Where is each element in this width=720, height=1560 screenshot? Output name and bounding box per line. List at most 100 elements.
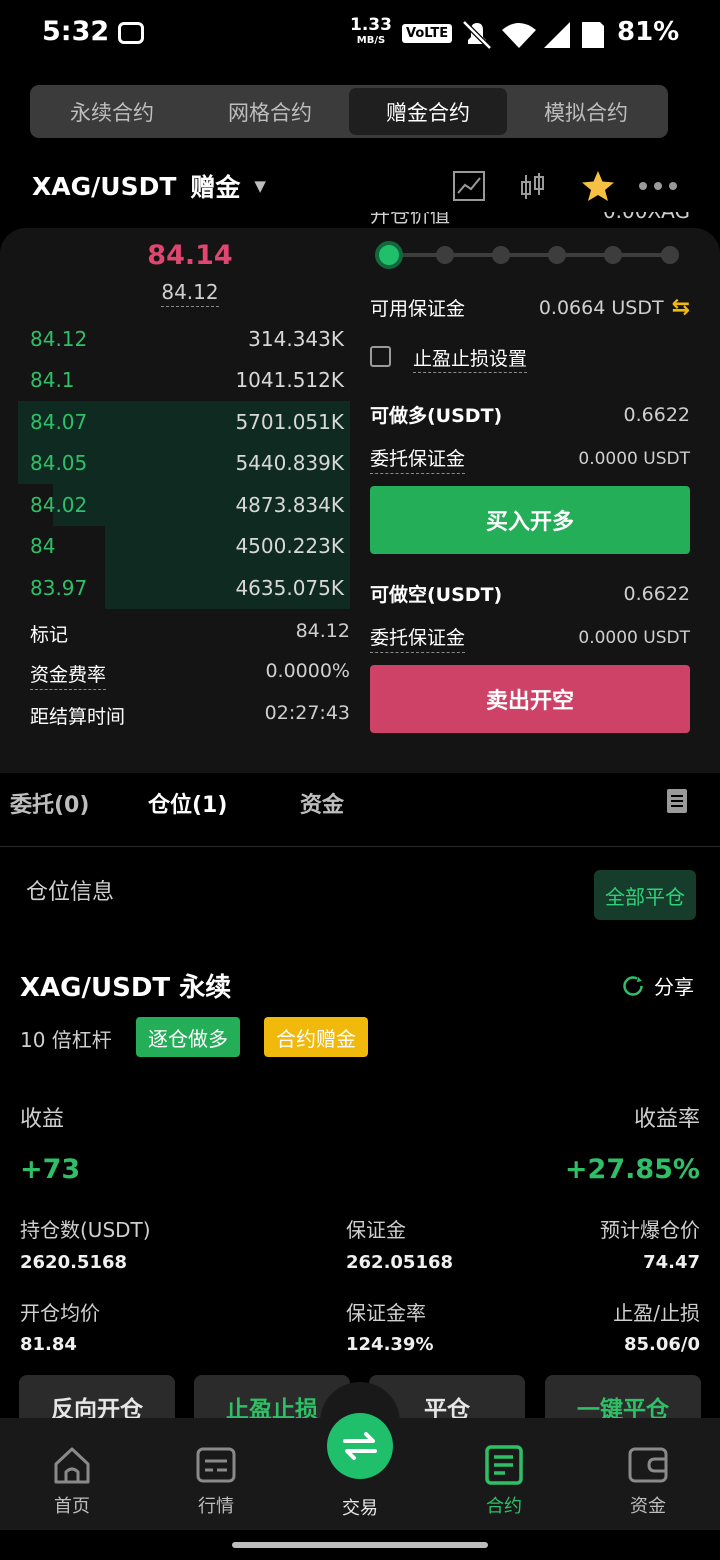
nav-market[interactable]: 行情: [166, 1444, 266, 1518]
orderbook-row[interactable]: 84.05 5440.839K: [0, 442, 350, 484]
slider-step[interactable]: [661, 246, 679, 264]
orderbook-row[interactable]: 84 4500.223K: [0, 525, 350, 567]
share-label: 分享: [654, 975, 694, 999]
chart-icon[interactable]: [452, 168, 486, 204]
orderbook-row[interactable]: 84.1 1041.512K: [0, 360, 350, 402]
leverage-slider-track[interactable]: [388, 253, 670, 257]
contract-icon: [485, 1445, 523, 1485]
isolated-long-badge: 逐仓做多: [136, 1017, 240, 1057]
nav-trade-label: 交易: [342, 1498, 378, 1519]
nav-contract[interactable]: 合约: [454, 1444, 554, 1518]
mark-value: 84.12: [295, 620, 350, 642]
nav-trade[interactable]: 交易: [310, 1494, 410, 1520]
orderbook-row[interactable]: 84.07 5701.051K: [0, 401, 350, 443]
liq-value: 74.47: [643, 1252, 700, 1273]
home-icon: [54, 1447, 90, 1484]
status-bar: 5:32 1.33 MB/S VoLTE 81%: [0, 0, 720, 70]
settle-row: 距结算时间 02:27:43: [30, 702, 350, 729]
bid-qty: 5440.839K: [235, 451, 344, 476]
mute-bell-icon: [462, 20, 492, 50]
pair-selector[interactable]: XAG/USDT 赠金 ▼: [32, 168, 266, 204]
nav-funds[interactable]: 资金: [598, 1444, 698, 1518]
mark-price-sub: 84.12: [0, 280, 380, 307]
available-label: 可用保证金: [370, 298, 466, 320]
short-available-row: 可做空(USDT) 0.6622: [370, 580, 690, 607]
close-all-button[interactable]: 全部平仓: [594, 870, 696, 920]
size-value: 2620.5168: [20, 1252, 128, 1273]
pair-mode: 赠金: [190, 173, 241, 202]
orderbook-row[interactable]: 84.02 4873.834K: [0, 484, 350, 526]
tab-positions[interactable]: 仓位(1): [148, 787, 227, 819]
wifi-icon: [502, 23, 536, 48]
bid-qty: 4635.075K: [235, 575, 344, 600]
no-sim-icon: [582, 22, 604, 48]
slider-step[interactable]: [436, 246, 454, 264]
sell-short-button[interactable]: 卖出开空: [370, 665, 690, 733]
funding-value: 0.0000%: [265, 660, 350, 682]
favorite-star-icon[interactable]: [580, 168, 616, 204]
entry-value: 81.84: [20, 1334, 77, 1355]
wallet-icon: [628, 1447, 668, 1483]
tpsl-label[interactable]: 止盈止损设置: [413, 344, 528, 373]
pnl-value: +73: [20, 1154, 81, 1185]
slider-step[interactable]: [604, 246, 622, 264]
transfer-icon[interactable]: ⇆: [672, 295, 690, 320]
nav-home[interactable]: 首页: [22, 1444, 122, 1518]
available-value: 0.0664 USDT: [538, 296, 664, 319]
signal-icon: [544, 22, 570, 48]
settle-value: 02:27:43: [264, 702, 350, 724]
bid-qty: 4500.223K: [235, 534, 344, 559]
size-label: 持仓数(USDT): [20, 1218, 151, 1242]
network-speed: 1.33 MB/S: [350, 17, 392, 48]
more-icon[interactable]: [638, 168, 678, 204]
volte-icon: VoLTE: [402, 24, 453, 43]
home-indicator: [232, 1542, 488, 1548]
tab-bonus[interactable]: 赠金合约: [349, 88, 507, 135]
last-price: 84.14: [147, 240, 233, 271]
short-margin-label: 委托保证金: [370, 623, 466, 653]
candlestick-icon[interactable]: [518, 168, 548, 204]
funding-row[interactable]: 资金费率 0.0000%: [30, 660, 350, 690]
bid-qty: 1041.512K: [235, 368, 344, 393]
orderbook-row[interactable]: 84.12 314.343K: [0, 318, 350, 360]
tpsl-checkbox[interactable]: [370, 346, 391, 367]
tab-perpetual[interactable]: 永续合约: [33, 88, 191, 135]
slider-step[interactable]: [548, 246, 566, 264]
slider-handle[interactable]: [375, 241, 403, 269]
short-label: 可做空(USDT): [370, 584, 503, 606]
margin-value: 262.05168: [346, 1252, 454, 1273]
trade-button[interactable]: [327, 1413, 393, 1479]
slider-step[interactable]: [492, 246, 510, 264]
orderbook-row[interactable]: 83.97 4635.075K: [0, 567, 350, 609]
margin-ratio-value: 124.39%: [346, 1334, 434, 1355]
share-button[interactable]: 分享: [622, 971, 694, 1000]
status-icons: [462, 20, 604, 50]
liq-label: 预计爆仓价: [600, 1218, 700, 1242]
tab-assets[interactable]: 资金: [300, 787, 344, 819]
clipped-open-value-row: 开仓价值 0.00XAG: [370, 212, 690, 234]
entry-label: 开仓均价: [20, 1301, 100, 1325]
long-margin-row: 委托保证金 0.0000 USDT: [370, 444, 690, 474]
bot-notification-icon: [118, 22, 144, 44]
mark-row: 标记 84.12: [30, 620, 350, 647]
share-icon: [623, 975, 643, 996]
buy-long-button[interactable]: 买入开多: [370, 486, 690, 554]
bid-price: 84.12: [30, 326, 88, 351]
mark-price-sub-value: 84.12: [161, 280, 219, 307]
bid-price: 83.97: [30, 575, 88, 600]
long-margin-value: 0.0000 USDT: [578, 449, 690, 469]
open-value-label: 开仓价值: [370, 212, 450, 227]
caret-down-icon: ▼: [254, 177, 266, 195]
margin-label: 保证金: [346, 1218, 406, 1242]
list-icon[interactable]: [666, 788, 688, 818]
short-margin-row: 委托保证金 0.0000 USDT: [370, 623, 690, 653]
tab-demo[interactable]: 模拟合约: [507, 88, 665, 135]
tab-orders[interactable]: 委托(0): [10, 787, 89, 819]
pair-name: XAG/USDT: [32, 171, 177, 201]
contract-type-tabs: 永续合约 网格合约 赠金合约 模拟合约: [30, 85, 668, 138]
bid-price: 84.1: [30, 368, 75, 393]
leverage-text: 10 倍杠杆: [20, 1028, 112, 1052]
market-icon: [196, 1447, 236, 1483]
roe-label: 收益率: [633, 1107, 700, 1132]
tab-grid[interactable]: 网格合约: [191, 88, 349, 135]
